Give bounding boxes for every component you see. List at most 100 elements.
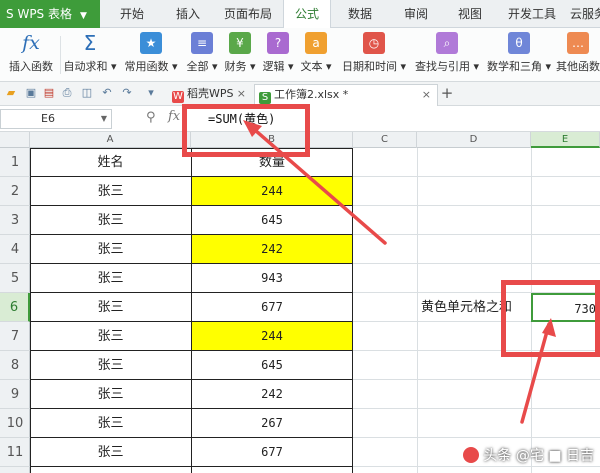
formula-ribbon: fx 插入函数 Σ 自动求和 ▾ ★ 常用函数 ▾ ≡ 全部 ▾ ¥ 财务 ▾ … (0, 28, 600, 82)
ribbon-divider (60, 36, 61, 74)
export-pdf-icon[interactable]: ▤ (42, 86, 56, 100)
common-functions-label: 常用函数 ▾ (124, 60, 178, 73)
table-border (30, 263, 353, 264)
other-functions-label: 其他函数 (556, 60, 600, 73)
save-icon[interactable]: ▣ (24, 86, 38, 100)
text-icon: a (305, 32, 327, 54)
table-border (30, 379, 353, 380)
row-header[interactable]: 4 (0, 235, 30, 264)
math-icon: θ (508, 32, 530, 54)
row-header[interactable]: 10 (0, 409, 30, 438)
autosum-label: 自动求和 ▾ (63, 60, 117, 73)
column-header-a[interactable]: A (30, 132, 191, 148)
table-border (30, 408, 353, 409)
open-folder-icon[interactable]: ▰ (4, 86, 18, 100)
table-border (30, 292, 353, 293)
tab-developer[interactable]: 开发工具 (508, 0, 556, 28)
app-title: WPS 表格 (17, 7, 72, 21)
table-border (30, 321, 353, 322)
redo-icon[interactable]: ↷ (120, 86, 134, 100)
math-trig-label: 数学和三角 ▾ (486, 60, 552, 73)
name-box[interactable]: E6 ▼ (0, 109, 112, 129)
tab-formulas[interactable]: 公式 (283, 0, 331, 29)
tab-review[interactable]: 审阅 (404, 0, 428, 28)
table-border (30, 437, 353, 438)
table-border (191, 148, 192, 473)
tab-view[interactable]: 视图 (458, 0, 482, 28)
chevron-down-icon: ▼ (80, 11, 87, 21)
print-preview-icon[interactable]: ◫ (80, 86, 94, 100)
new-tab-plus-icon[interactable]: + (440, 86, 454, 101)
table-border (30, 234, 353, 235)
fx-icon[interactable]: fx (168, 109, 180, 124)
insert-function-label: 插入函数 (9, 60, 53, 73)
row-header[interactable]: 8 (0, 351, 30, 380)
tab-cloud[interactable]: 云服务 (570, 0, 600, 28)
close-icon[interactable]: × (237, 84, 246, 104)
row-header[interactable]: 9 (0, 380, 30, 409)
app-menu-button[interactable]: S WPS 表格 ▼ (0, 0, 100, 28)
watermark: 头条 @宅 ■ 日吉 (463, 445, 594, 465)
select-all-corner[interactable] (0, 132, 30, 148)
star-book-icon: ★ (140, 32, 162, 54)
wps-logo-icon: S (6, 7, 14, 21)
table-border (30, 176, 353, 177)
row-header[interactable]: 2 (0, 177, 30, 206)
doc-tab-docer[interactable]: W 稻壳WPS × (168, 84, 252, 106)
table-border (30, 350, 353, 351)
finance-label: 财务 ▾ (224, 60, 256, 73)
doc-tab-workbook[interactable]: S 工作簿2.xlsx * × (254, 84, 438, 106)
row-header[interactable]: 3 (0, 206, 30, 235)
lookup-reference-button[interactable]: ⌕ 查找与引用 ▾ (412, 30, 482, 80)
other-functions-icon: … (567, 32, 589, 54)
table-border (30, 466, 353, 467)
watermark-text: 头条 @宅 ■ 日吉 (483, 448, 594, 464)
insert-function-button[interactable]: fx 插入函数 (4, 30, 58, 80)
sigma-icon: Σ (83, 31, 97, 55)
date-time-button[interactable]: ◷ 日期和时间 ▾ (338, 30, 410, 80)
fx-icon: fx (22, 32, 40, 54)
other-functions-button[interactable]: … 其他函数 (556, 30, 600, 80)
lookup-icon: ⌕ (436, 32, 458, 54)
undo-icon[interactable]: ↶ (100, 86, 114, 100)
text-functions-button[interactable]: a 文本 ▾ (298, 30, 334, 80)
name-box-value: E6 (41, 112, 55, 125)
column-header-c[interactable]: C (353, 132, 417, 148)
watermark-logo-icon (463, 447, 480, 463)
text-functions-label: 文本 ▾ (300, 60, 332, 73)
tab-data[interactable]: 数据 (348, 0, 372, 28)
all-functions-button[interactable]: ≡ 全部 ▾ (184, 30, 220, 80)
common-functions-button[interactable]: ★ 常用函数 ▾ (122, 30, 180, 80)
close-icon[interactable]: × (422, 85, 431, 105)
finance-icon: ¥ (229, 32, 251, 54)
column-header-e[interactable]: E (531, 132, 600, 148)
doc-tab-label: 稻壳WPS (187, 87, 234, 100)
tab-page-layout[interactable]: 页面布局 (224, 0, 272, 28)
row-header[interactable]: 11 (0, 438, 30, 467)
row-header[interactable]: 1 (0, 148, 30, 177)
annotation-box-result (501, 280, 600, 357)
row-headers: 1 2 3 4 5 6 7 8 9 10 11 (0, 148, 30, 473)
finance-button[interactable]: ¥ 财务 ▾ (222, 30, 258, 80)
column-header-d[interactable]: D (417, 132, 531, 148)
row-header-selected[interactable]: 6 (0, 293, 30, 322)
tab-insert[interactable]: 插入 (176, 0, 200, 28)
print-icon[interactable]: ⎙ (60, 86, 74, 100)
math-trig-button[interactable]: θ 数学和三角 ▾ (484, 30, 554, 80)
wps-doc-icon: W (172, 91, 184, 103)
magnifier-icon[interactable]: ⚲ (146, 110, 156, 125)
lookup-reference-label: 查找与引用 ▾ (414, 60, 480, 73)
spreadsheet-icon: S (259, 92, 271, 104)
row-header[interactable]: 7 (0, 322, 30, 351)
autosum-button[interactable]: Σ 自动求和 ▾ (62, 30, 118, 80)
date-time-label: 日期和时间 ▾ (341, 60, 407, 73)
chevron-down-icon[interactable]: ▼ (101, 110, 107, 128)
logic-icon: ? (267, 32, 289, 54)
logic-button[interactable]: ? 逻辑 ▾ (260, 30, 296, 80)
customize-toolbar-icon[interactable]: ▾ (144, 86, 158, 100)
row-header[interactable]: 5 (0, 264, 30, 293)
quick-access-toolbar: ▰ ▣ ▤ ⎙ ◫ ↶ ↷ ▾ W 稻壳WPS × S 工作簿2.xlsx * × … (0, 82, 600, 106)
logic-label: 逻辑 ▾ (262, 60, 294, 73)
tab-home[interactable]: 开始 (120, 0, 144, 28)
doc-tab-label: 工作簿2.xlsx * (274, 88, 349, 101)
